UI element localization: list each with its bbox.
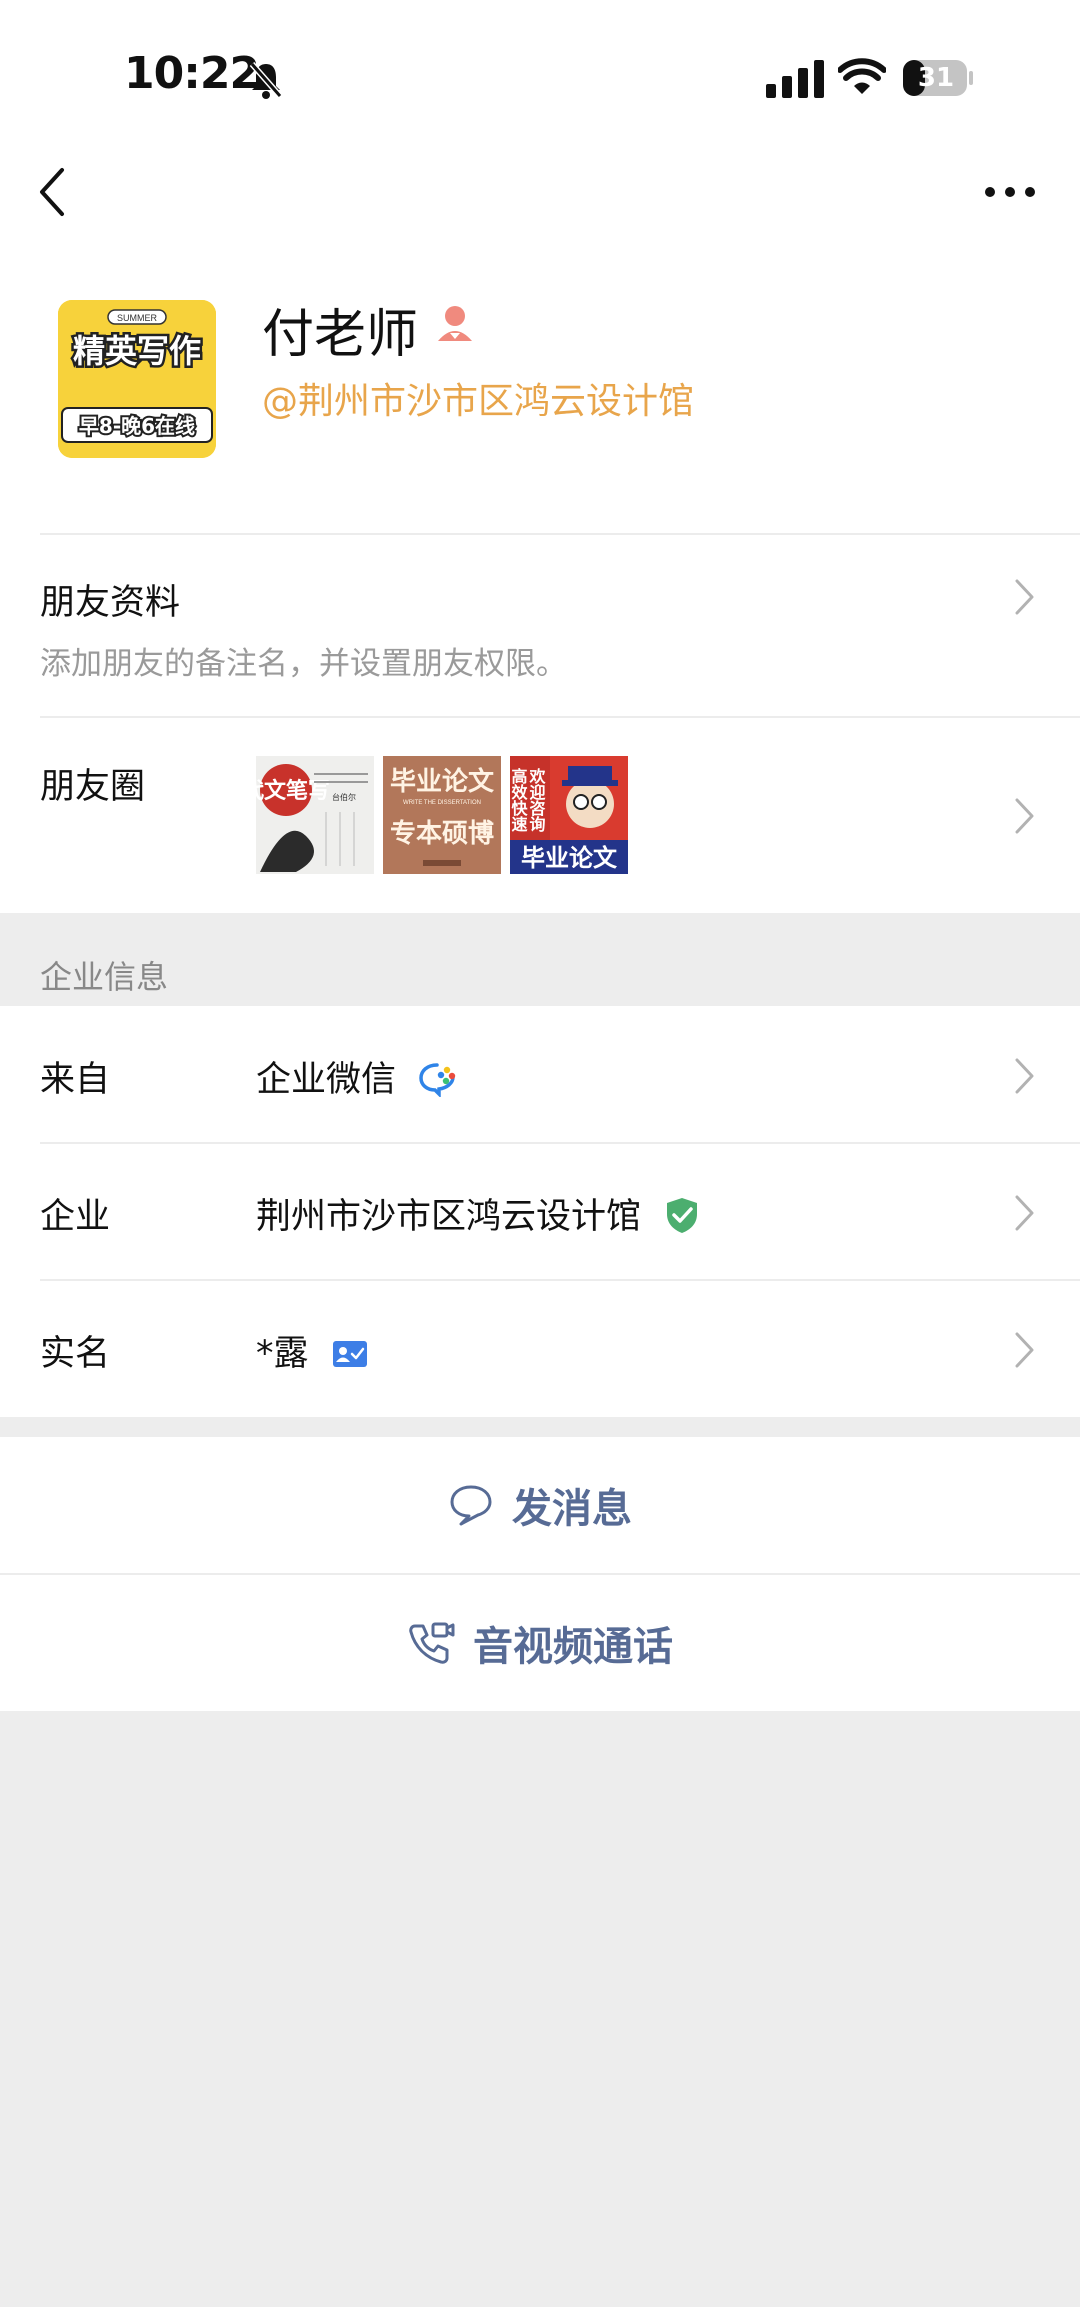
chevron-right-icon[interactable] (1012, 1056, 1038, 1096)
wifi-icon (838, 58, 886, 94)
status-time: 10:22 (124, 48, 260, 99)
contact-name: 付老师 (262, 305, 419, 365)
cellular-signal-icon (766, 60, 824, 98)
from-value-text: 企业微信 (256, 1060, 397, 1100)
avatar-top-text: SUMMER (117, 313, 157, 323)
thumb3-side: 欢迎咨询 (527, 767, 547, 833)
female-gender-icon (438, 306, 472, 341)
phone-video-icon (409, 1622, 455, 1664)
avatar-main-text: 精英写作 (73, 332, 201, 370)
avatar[interactable]: SUMMER 精英写作 早8-晚6在线 (58, 300, 216, 458)
moments-thumb-3[interactable]: 欢迎咨询 高效快速 毕业论文 (510, 756, 628, 874)
chevron-right-icon[interactable] (1012, 1330, 1038, 1370)
battery-level: 31 (917, 63, 955, 93)
moments-image: 代文笔写 台伯尔 (256, 756, 374, 874)
enterprise-section-label: 企业信息 (40, 958, 169, 996)
wecom-logo-icon (419, 1063, 456, 1099)
avatar-bottom-text: 早8-晚6在线 (79, 414, 195, 438)
video-call-button[interactable]: 音视频通话 (0, 1575, 1080, 1711)
thumb1-caption: 台伯尔 (332, 792, 356, 802)
divider (40, 716, 1080, 718)
from-value[interactable]: 企业微信 (256, 1051, 457, 1102)
moments-image: 毕业论文 WRITE THE DISSERTATION 专本硕博 (383, 756, 501, 874)
chat-bubble-icon (450, 1485, 492, 1526)
realname-label: 实名 (40, 1334, 111, 1374)
moments-thumb-2[interactable]: 毕业论文 WRITE THE DISSERTATION 专本硕博 (383, 756, 501, 874)
avatar-image: SUMMER 精英写作 早8-晚6在线 (58, 300, 216, 458)
company-label: 企业 (40, 1197, 111, 1237)
thumb3-side2: 高效快速 (510, 767, 528, 832)
divider (40, 1142, 1080, 1144)
chevron-right-icon[interactable] (1012, 577, 1038, 617)
company-value[interactable]: 荆州市沙市区鸿云设计馆 (256, 1188, 700, 1239)
from-label: 来自 (40, 1060, 111, 1100)
realname-value-text: *露 (256, 1334, 309, 1374)
send-message-label: 发消息 (512, 1486, 632, 1532)
divider (40, 1279, 1080, 1281)
thumb2-line1: 毕业论文 (390, 766, 495, 797)
chevron-right-icon[interactable] (1012, 1193, 1038, 1233)
moments-title[interactable]: 朋友圈 (40, 758, 145, 809)
company-value-text: 荆州市沙市区鸿云设计馆 (256, 1197, 642, 1237)
mute-bell-icon (249, 62, 283, 99)
verified-shield-icon (667, 1198, 698, 1233)
thumb2-caption: WRITE THE DISSERTATION (403, 800, 481, 806)
thumb2-line2: 专本硕博 (390, 819, 494, 849)
company-tag[interactable]: @荆州市沙市区鸿云设计馆 (262, 372, 694, 424)
realname-value[interactable]: *露 (256, 1325, 368, 1376)
video-call-label: 音视频通话 (473, 1624, 673, 1670)
moments-image: 欢迎咨询 高效快速 毕业论文 (510, 756, 628, 874)
chevron-right-icon[interactable] (1012, 796, 1038, 836)
thumb3-bottom: 毕业论文 (521, 844, 618, 872)
moments-thumb-1[interactable]: 代文笔写 台伯尔 (256, 756, 374, 874)
friend-info-title[interactable]: 朋友资料 (40, 574, 180, 625)
friend-info-subtitle: 添加朋友的备注名，并设置朋友权限。 (40, 646, 567, 682)
divider (40, 533, 1080, 535)
send-message-button[interactable]: 发消息 (0, 1437, 1080, 1573)
id-card-icon (332, 1341, 367, 1367)
more-options-icon[interactable] (984, 180, 1036, 204)
back-arrow-icon[interactable] (36, 166, 68, 218)
